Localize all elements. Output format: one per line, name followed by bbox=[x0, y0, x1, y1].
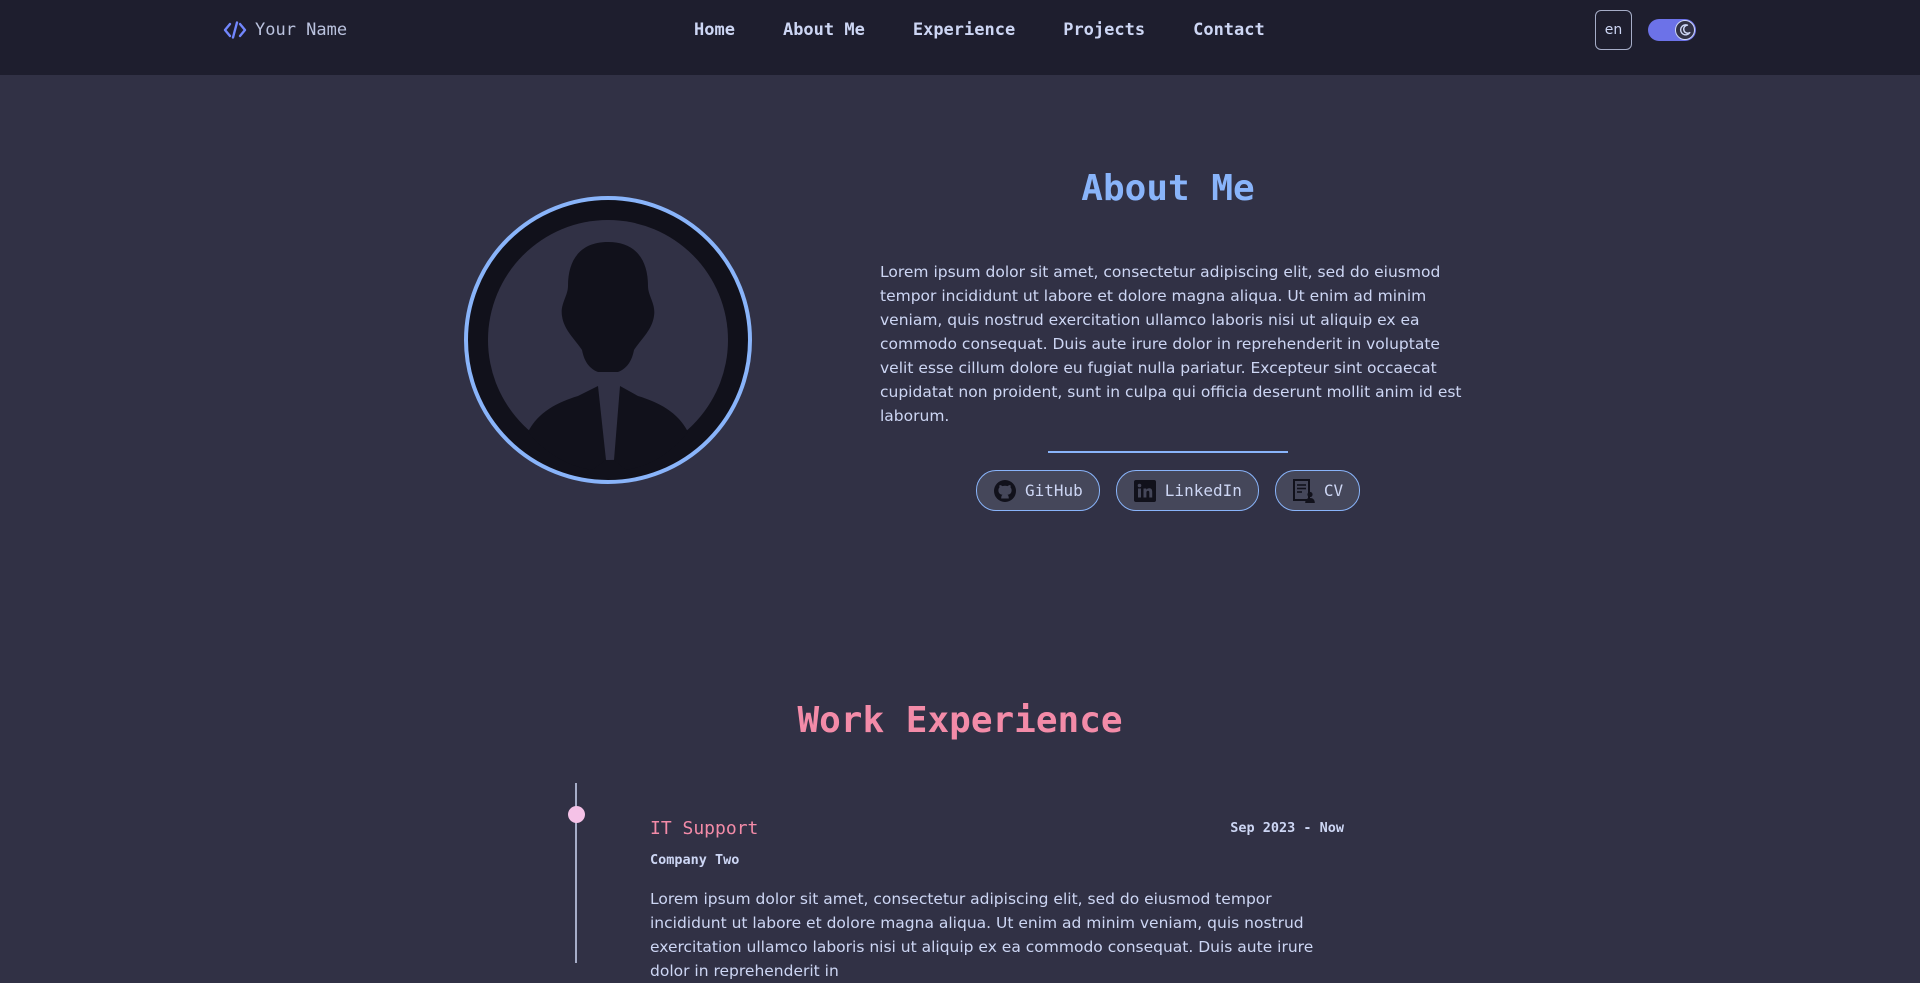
nav-links: Home About Me Experience Projects Contac… bbox=[670, 19, 1289, 41]
language-button[interactable]: en bbox=[1595, 10, 1632, 50]
person-silhouette-icon bbox=[488, 220, 728, 470]
linkedin-icon bbox=[1133, 479, 1156, 502]
nav-link-contact[interactable]: Contact bbox=[1169, 20, 1289, 40]
job-date: Sep 2023 - Now bbox=[1230, 820, 1344, 836]
brand-name: Your Name bbox=[255, 20, 348, 40]
nav-link-experience[interactable]: Experience bbox=[889, 20, 1039, 40]
cv-document-icon bbox=[1292, 478, 1315, 503]
code-icon bbox=[223, 21, 247, 39]
divider bbox=[1048, 451, 1288, 453]
github-label: GitHub bbox=[1025, 481, 1083, 500]
nav-link-about-me[interactable]: About Me bbox=[759, 20, 889, 40]
brand-logo[interactable]: Your Name bbox=[223, 19, 347, 41]
job-company: Company Two bbox=[650, 852, 740, 868]
timeline-dot bbox=[568, 806, 585, 823]
nav-link-projects[interactable]: Projects bbox=[1039, 20, 1169, 40]
theme-toggle-knob bbox=[1675, 20, 1695, 40]
social-links: GitHub LinkedIn CV bbox=[976, 470, 1361, 511]
linkedin-button[interactable]: LinkedIn bbox=[1115, 470, 1259, 511]
github-icon bbox=[994, 479, 1016, 502]
cv-label: CV bbox=[1323, 481, 1344, 500]
linkedin-label: LinkedIn bbox=[1164, 481, 1242, 500]
job-description: Lorem ipsum dolor sit amet, consectetur … bbox=[650, 890, 1314, 980]
about-description: Lorem ipsum dolor sit amet, consectetur … bbox=[880, 263, 1462, 425]
moon-icon bbox=[1679, 24, 1691, 36]
experience-title: Work Experience bbox=[797, 700, 1123, 741]
cv-button[interactable]: CV bbox=[1274, 470, 1361, 511]
job-title: IT Support bbox=[650, 818, 759, 839]
about-title: About Me bbox=[1081, 168, 1255, 209]
avatar bbox=[464, 196, 752, 484]
github-button[interactable]: GitHub bbox=[976, 470, 1100, 511]
nav-link-home[interactable]: Home bbox=[670, 20, 759, 40]
theme-toggle[interactable] bbox=[1648, 19, 1696, 41]
navbar: Your Name Home About Me Experience Proje… bbox=[0, 0, 1920, 75]
